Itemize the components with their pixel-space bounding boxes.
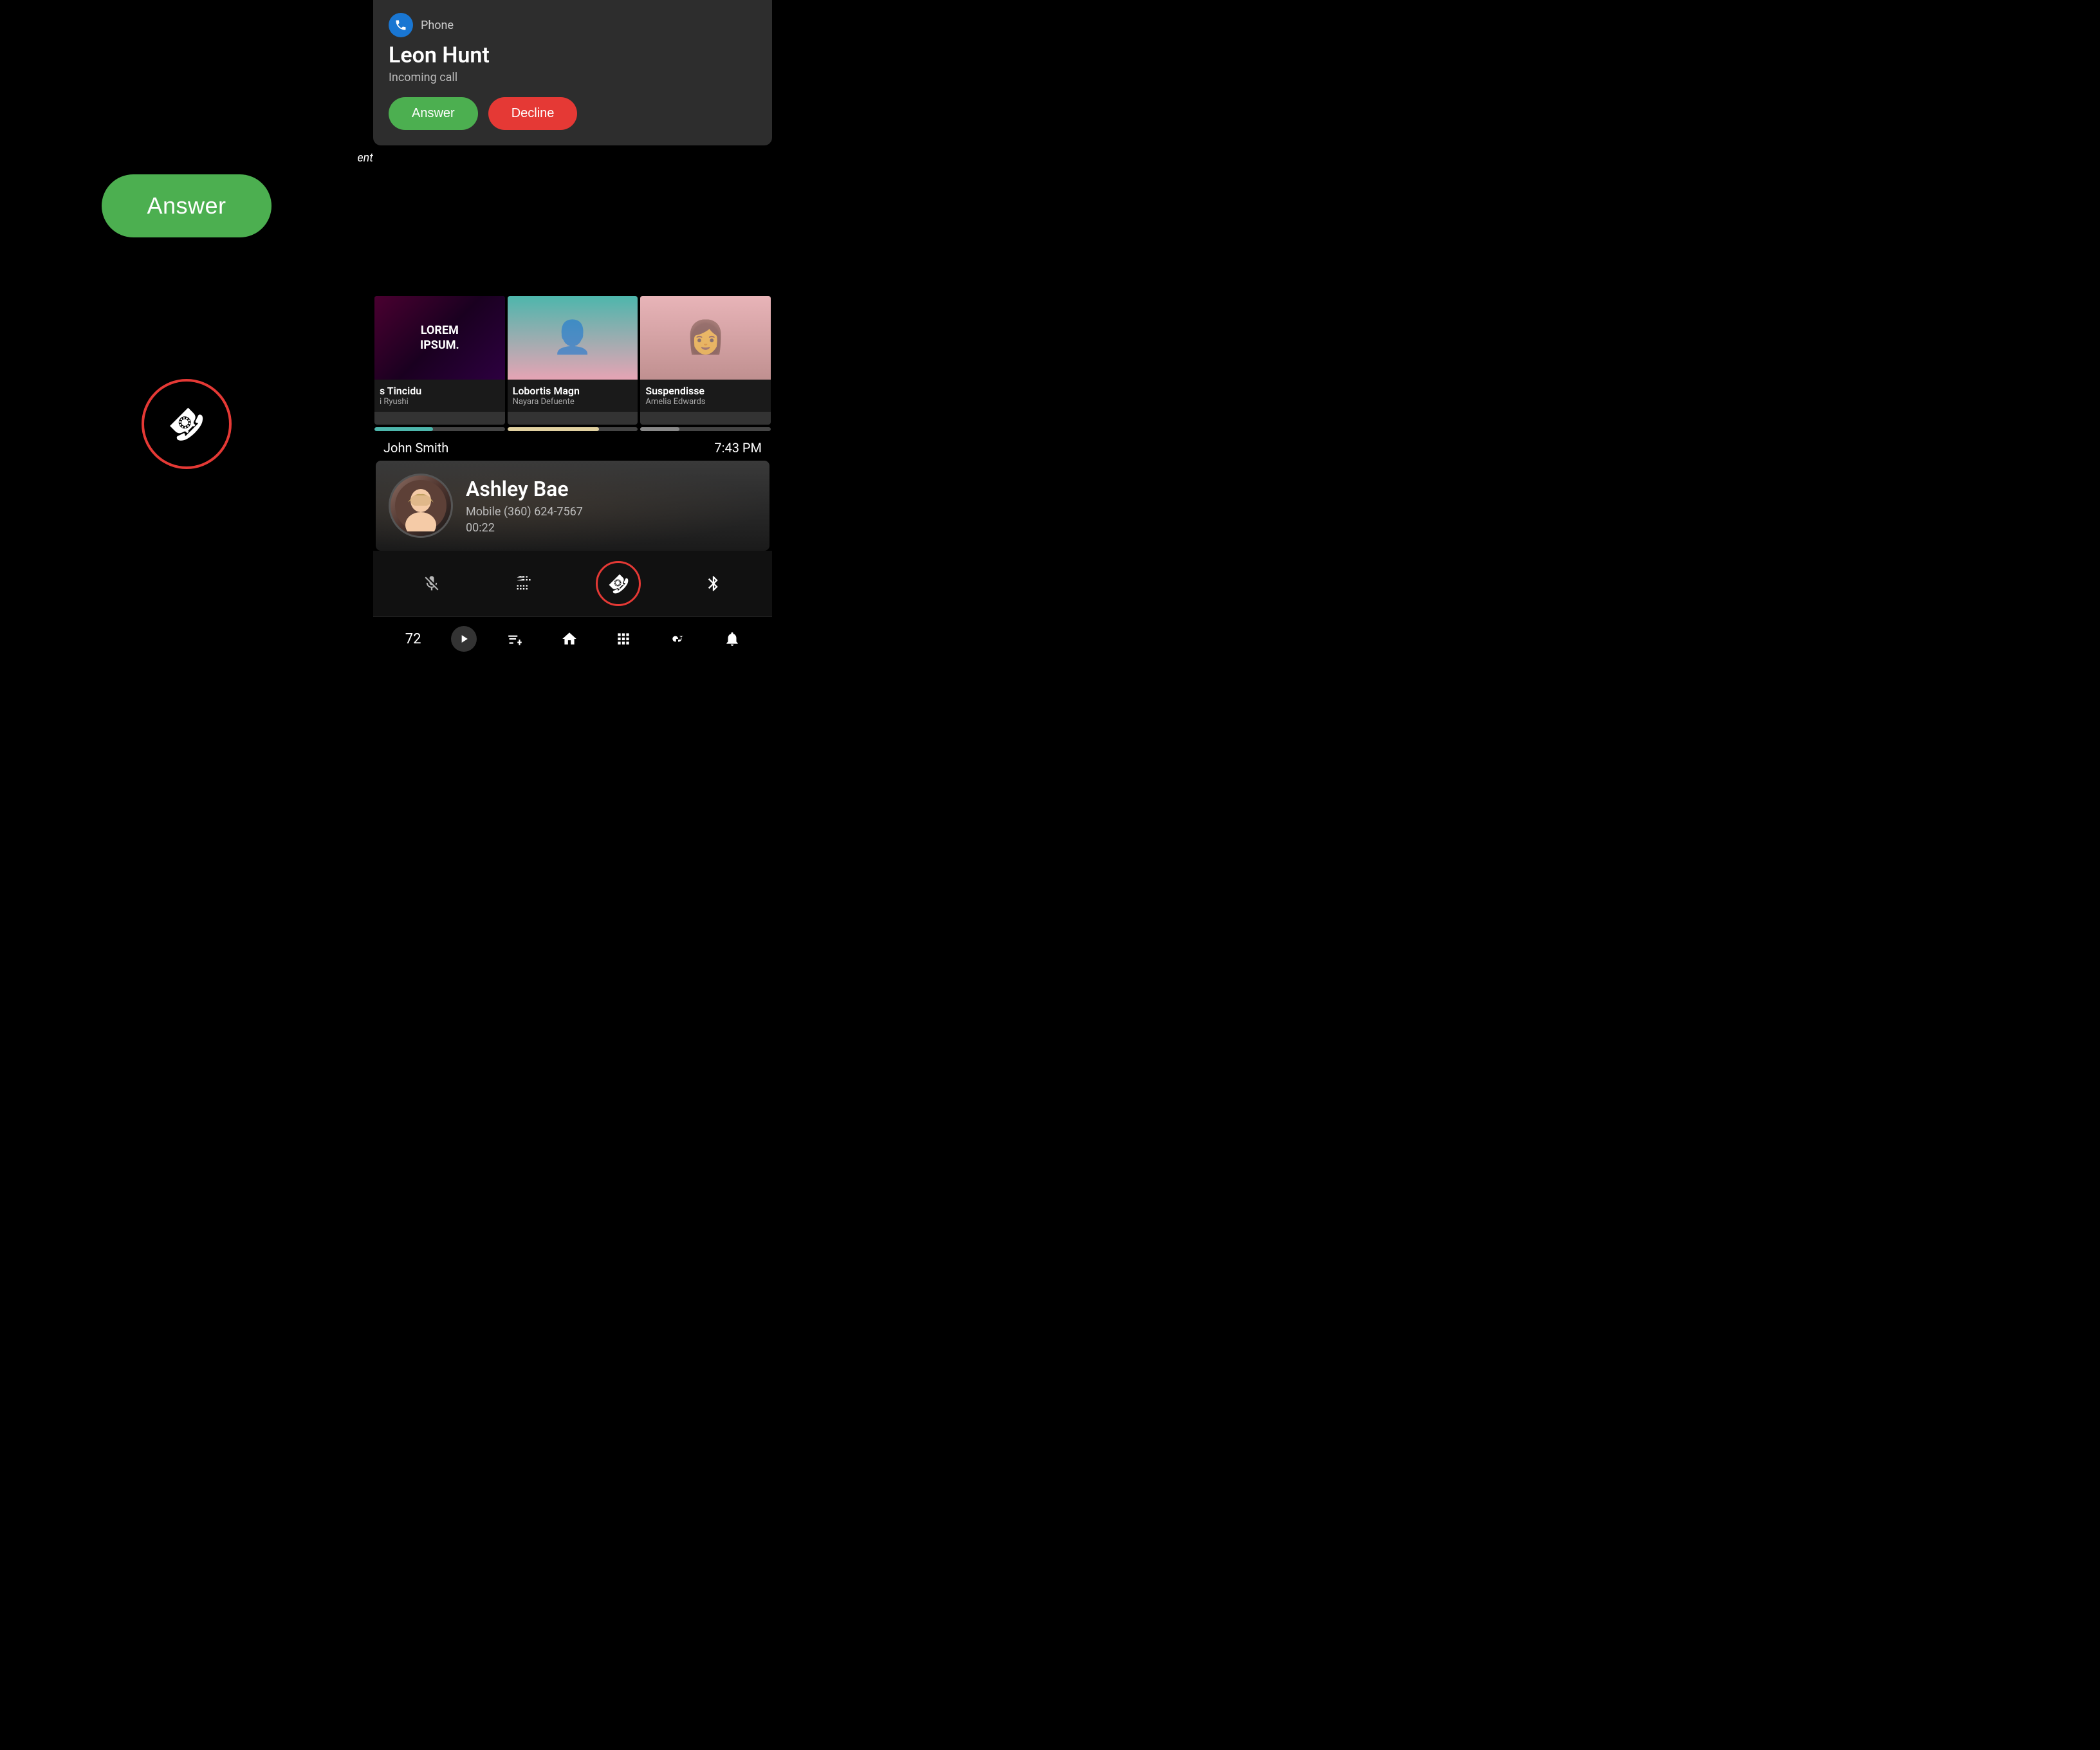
active-call-number: Mobile (360) 624-7567 [466, 505, 583, 519]
nav-fan-button[interactable] [662, 626, 694, 652]
bottom-nav-bar: 72 [373, 616, 772, 661]
nav-equalizer-button[interactable] [499, 626, 531, 652]
end-call-button-small[interactable]: ☎ [596, 561, 641, 606]
notification-actions: Answer Decline [389, 97, 757, 130]
person-figure-icon: 👤 [553, 319, 593, 356]
nav-home-button[interactable] [553, 626, 585, 652]
caller-avatar [389, 474, 453, 538]
left-panel: Answer ☎ [0, 0, 373, 643]
card-3-subtitle: Amelia Edwards [645, 397, 766, 407]
phone-app-icon [389, 13, 413, 37]
answer-button-large[interactable]: Answer [102, 174, 271, 237]
media-section: LOREMIPSUM. s Tincidu i Ryushi 👤 Loborti… [373, 148, 772, 661]
notification-header: Phone [389, 13, 757, 37]
mute-button[interactable] [412, 564, 451, 603]
notification-caller-name: Leon Hunt [389, 42, 757, 68]
card-2-title: Lobortis Magn [513, 385, 633, 397]
keypad-button[interactable] [504, 564, 543, 603]
nav-arrow-button[interactable] [451, 626, 477, 652]
active-call-caller-name: Ashley Bae [466, 477, 583, 501]
call-controls: ☎ [373, 551, 772, 616]
end-call-icon: ☎ [160, 398, 214, 451]
card-2-subtitle: Nayara Defuente [513, 397, 633, 407]
card-1-subtitle: i Ryushi [380, 397, 500, 407]
caller-info: Ashley Bae Mobile (360) 624-7567 00:22 [466, 477, 583, 535]
active-call-duration: 00:22 [466, 521, 583, 535]
incoming-call-notification: Phone Leon Hunt Incoming call Answer Dec… [373, 0, 772, 145]
player-time: 7:43 PM [714, 440, 762, 456]
media-cards-row: LOREMIPSUM. s Tincidu i Ryushi 👤 Loborti… [373, 296, 772, 425]
temperature-display: 72 [397, 626, 429, 652]
card-3-title: Suspendisse [645, 385, 766, 397]
end-call-small-icon: ☎ [603, 568, 634, 599]
woman-figure-icon: 👩 [686, 319, 726, 356]
media-card-3[interactable]: 👩 Suspendisse Amelia Edwards [640, 296, 771, 425]
player-user-name: John Smith [383, 440, 448, 456]
right-panel: Phone Leon Hunt Incoming call Answer Dec… [373, 0, 772, 643]
media-card-2[interactable]: 👤 Lobortis Magn Nayara Defuente [508, 296, 638, 425]
bluetooth-button[interactable] [694, 564, 733, 603]
notification-decline-button[interactable]: Decline [488, 97, 578, 130]
notification-call-status: Incoming call [389, 71, 757, 84]
lorem-ipsum-text: LOREMIPSUM. [420, 323, 459, 353]
card-1-title: s Tincidu [380, 385, 500, 397]
active-call-card: Ashley Bae Mobile (360) 624-7567 00:22 [376, 461, 769, 551]
nav-apps-button[interactable] [607, 626, 640, 652]
notification-app-name: Phone [421, 19, 454, 32]
end-call-button[interactable]: ☎ [142, 379, 232, 469]
media-card-1[interactable]: LOREMIPSUM. s Tincidu i Ryushi [374, 296, 505, 425]
nav-notification-button[interactable] [716, 626, 748, 652]
temp-value: 72 [405, 631, 421, 647]
player-info-row: John Smith 7:43 PM [373, 431, 772, 461]
notification-answer-button[interactable]: Answer [389, 97, 478, 130]
partial-bg-text: ent [357, 151, 373, 165]
